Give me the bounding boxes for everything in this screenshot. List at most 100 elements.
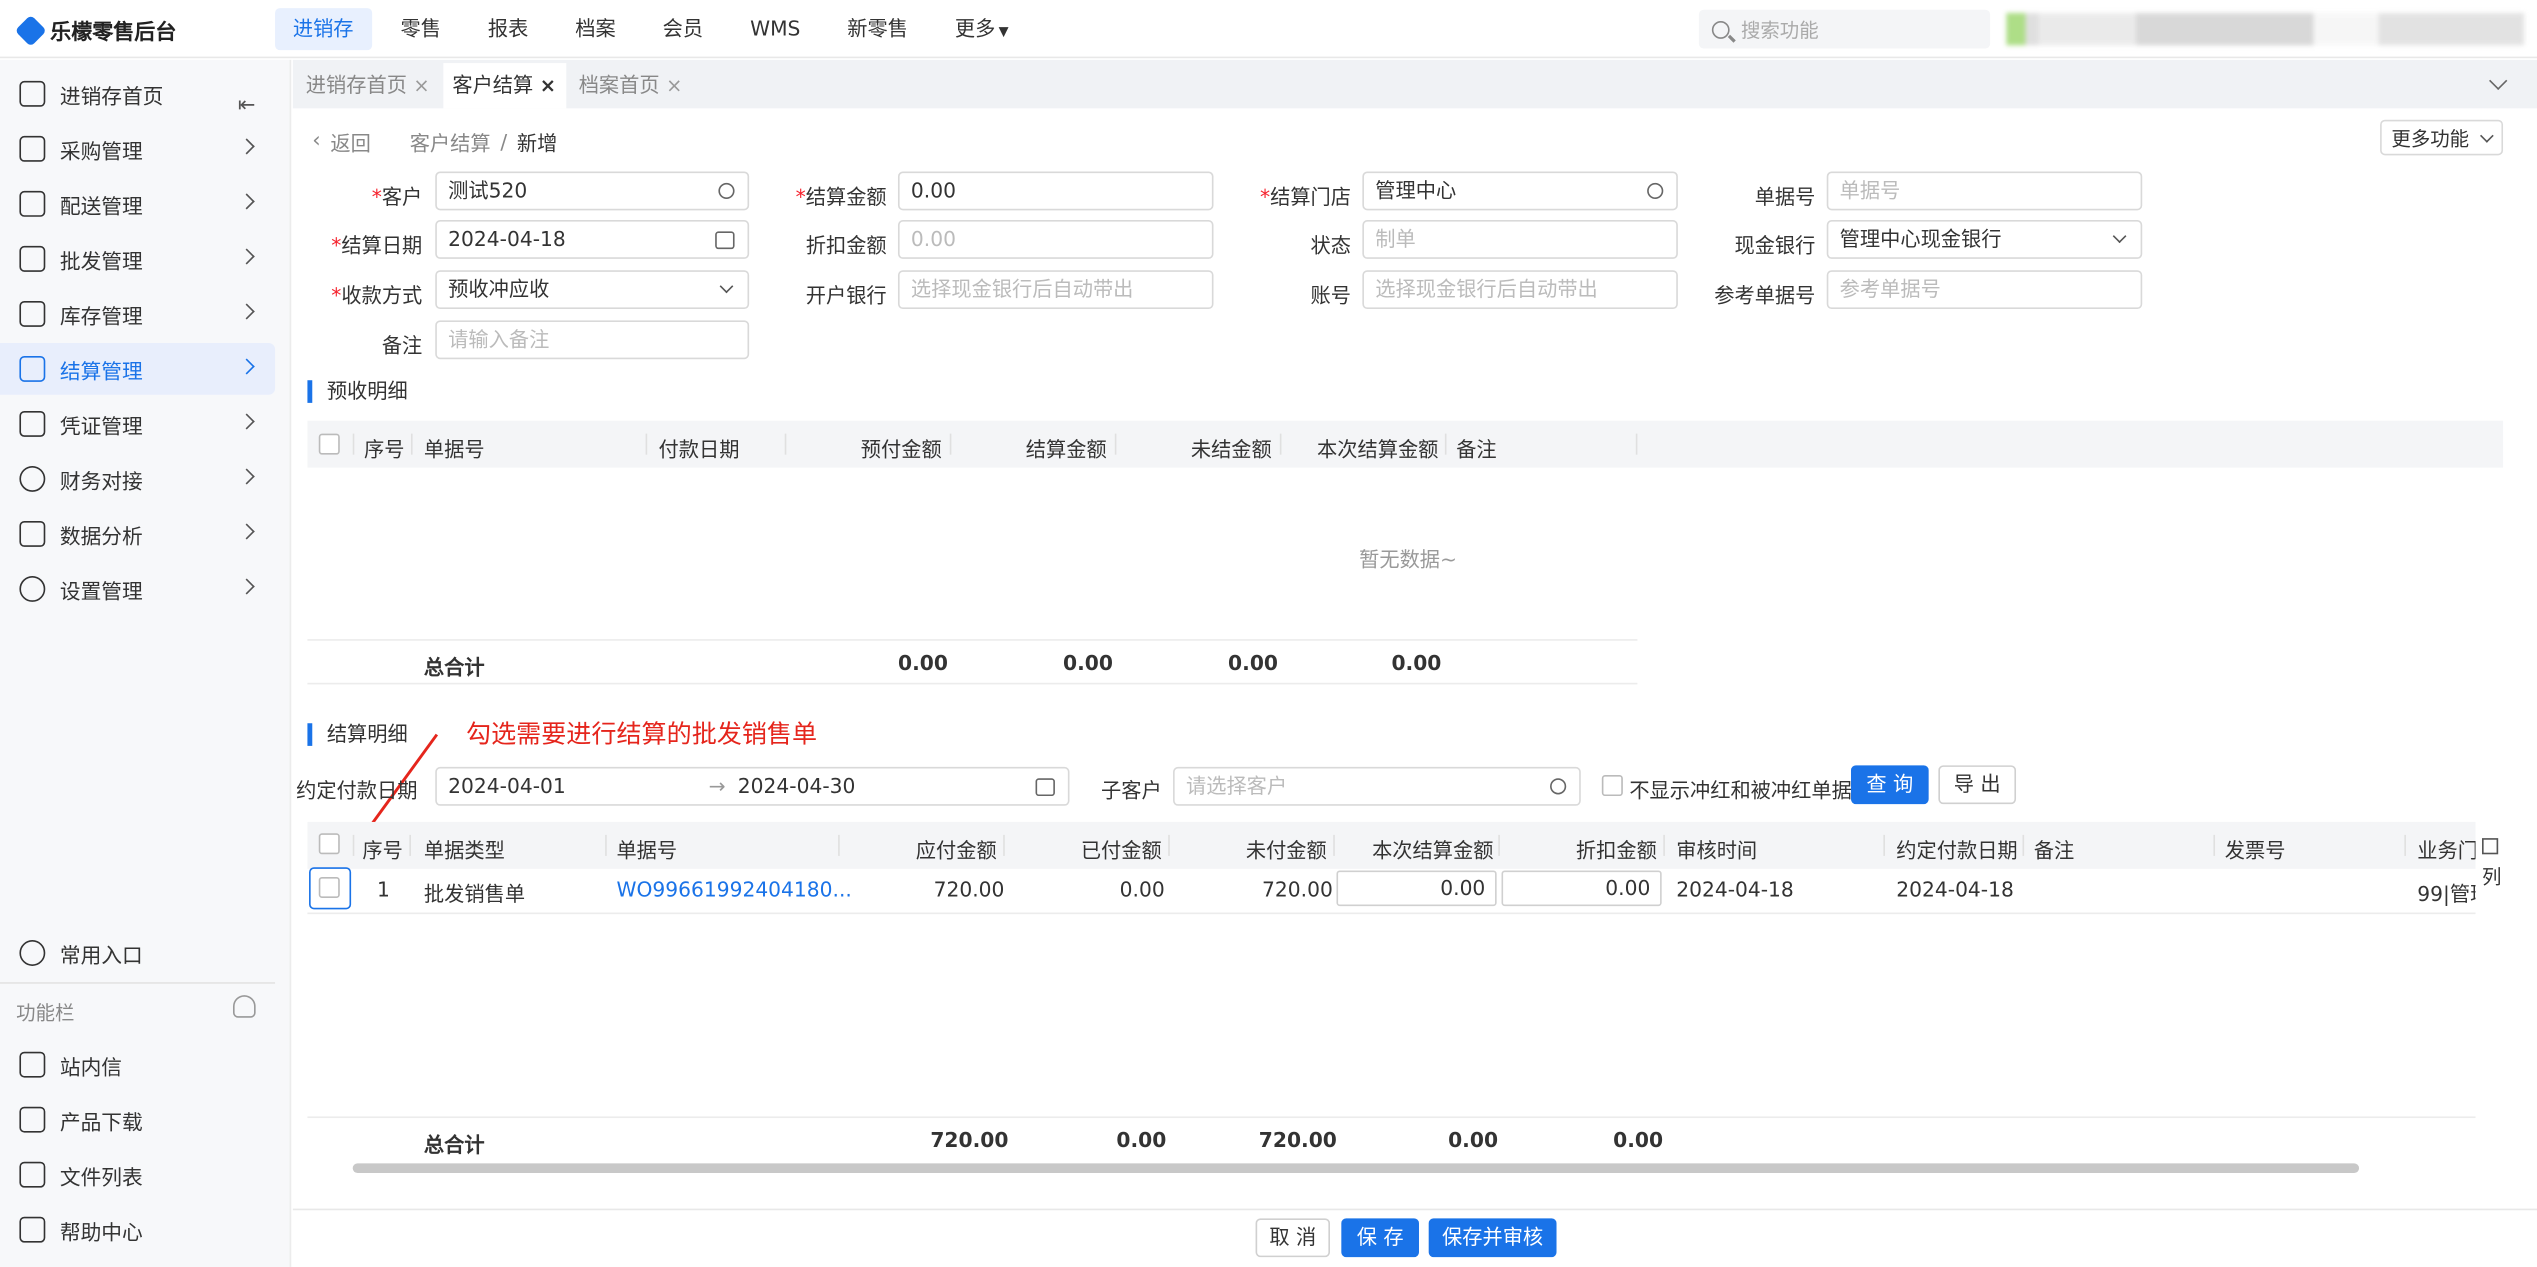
topnav-item-jxc[interactable]: 进销存 [275, 8, 372, 51]
row-this-settle-input[interactable]: 0.00 [1336, 870, 1497, 907]
search-box[interactable]: 搜索功能 [1698, 9, 1991, 49]
sidebar-item-settlement[interactable]: 结算管理 [0, 343, 276, 395]
collapse-sidebar-icon[interactable]: ⇤ [238, 94, 256, 118]
payment-method-select[interactable]: 预收冲应收 [435, 270, 750, 310]
hide-reversal-checkbox[interactable] [1601, 775, 1623, 797]
sidebar-item-mail[interactable]: 站内信 [0, 1039, 275, 1091]
more-functions-button[interactable]: 更多功能 [2380, 119, 2504, 156]
sidebar-item-finance[interactable]: 财务对接 [0, 453, 275, 505]
save-and-audit-button[interactable]: 保存并审核 [1428, 1218, 1557, 1258]
table-row-checkbox[interactable] [318, 876, 340, 898]
breadcrumb-parent[interactable]: 客户结算 [410, 126, 491, 157]
search-icon[interactable] [1550, 778, 1567, 795]
save-button[interactable]: 保 存 [1341, 1218, 1419, 1258]
columns-icon[interactable] [2482, 838, 2499, 855]
annotation-text: 勾选需要进行结算的批发销售单 [465, 720, 818, 750]
close-icon[interactable]: × [540, 63, 556, 108]
settle-col-doc-no: 单据号 [616, 838, 678, 863]
chart-icon [19, 520, 46, 547]
due-date-range-input[interactable]: 2024-04-01 → 2024-04-30 [435, 766, 1070, 806]
mail-icon [19, 1051, 46, 1078]
prepay-total-unsettled: 0.00 [1228, 650, 1278, 675]
settle-store-value: 管理中心 [1375, 177, 1457, 203]
topnav-item-more[interactable]: 更多 ▼ [937, 8, 1026, 50]
settle-col-invoice: 发票号 [2224, 838, 2286, 863]
sidebar-item-file-list[interactable]: 文件列表 [0, 1149, 275, 1201]
date-to-value: 2024-04-30 [737, 773, 856, 798]
sidebar-item-delivery[interactable]: 配送管理 [0, 178, 275, 230]
topnav-item-wms[interactable]: WMS [732, 8, 818, 50]
close-icon[interactable]: × [666, 63, 682, 108]
query-button[interactable]: 查 询 [1850, 765, 1929, 805]
ref-doc-no-input[interactable]: 参考单据号 [1826, 270, 2143, 310]
logo-icon [14, 13, 47, 46]
row-doc-no-link[interactable]: WO99661992404180... [616, 877, 851, 901]
search-icon[interactable] [718, 182, 735, 200]
column-settings-label[interactable]: 列 [2482, 862, 2501, 890]
export-button[interactable]: 导 出 [1938, 765, 2017, 805]
open-bank-label: 开户银行 [805, 283, 887, 308]
sidebar-item-label: 财务对接 [59, 470, 143, 495]
calendar-icon[interactable] [715, 231, 735, 250]
settle-col-store: 业务门 [2417, 838, 2476, 863]
settle-date-input[interactable]: 2024-04-18 [435, 220, 750, 259]
cash-bank-select[interactable]: 管理中心现金银行 [1826, 220, 2143, 259]
chevron-down-icon [719, 279, 734, 294]
settle-amount-input[interactable]: 0.00 [897, 171, 1214, 211]
sidebar-item-voucher[interactable]: 凭证管理 [0, 398, 275, 450]
sidebar-favorites[interactable]: 常用入口 [0, 927, 275, 979]
discount-amount-input[interactable]: 0.00 [897, 220, 1214, 259]
back-icon[interactable]: ‹ [312, 129, 320, 153]
sidebar-item-settings[interactable]: 设置管理 [0, 563, 275, 615]
sidebar-item-download[interactable]: 产品下载 [0, 1094, 275, 1146]
horizontal-scrollbar[interactable] [352, 1163, 2360, 1174]
row-divider [307, 682, 1638, 685]
settle-store-input[interactable]: 管理中心 [1362, 171, 1678, 211]
prepay-select-all-checkbox[interactable] [318, 433, 340, 455]
sidebar-item-inventory[interactable]: 库存管理 [0, 288, 275, 340]
cancel-button[interactable]: 取 消 [1255, 1218, 1330, 1258]
prepay-col-remark: 备注 [1456, 436, 1497, 462]
row-discount-input[interactable]: 0.00 [1501, 870, 1662, 907]
doc-no-input[interactable]: 单据号 [1826, 171, 2143, 211]
sidebar-item-help[interactable]: 帮助中心 [0, 1204, 275, 1256]
topnav-item-report[interactable]: 报表 [470, 8, 546, 50]
tab-customer-settlement[interactable]: 客户结算 × [442, 63, 566, 109]
more-functions-label: 更多功能 [2391, 127, 2470, 150]
close-icon[interactable]: × [413, 63, 429, 108]
settle-amount-value: 0.00 [910, 177, 956, 203]
column-separator [1168, 834, 1170, 856]
top-nav: 进销存 零售 报表 档案 会员 WMS 新零售 更多 ▼ [275, 0, 1038, 58]
back-link[interactable]: 返回 [330, 126, 370, 157]
customer-input[interactable]: 测试520 [435, 171, 750, 211]
headset-icon[interactable] [232, 995, 256, 1018]
row-store: 99|管理 [2417, 881, 2475, 907]
more-label: 更多 [954, 16, 996, 41]
tab-jxc-home[interactable]: 进销存首页 × [296, 63, 439, 108]
prepay-section-title: 预收明细 [307, 379, 408, 403]
breadcrumb-current: 新增 [516, 131, 558, 156]
column-separator [409, 834, 411, 856]
topnav-item-retail[interactable]: 零售 [383, 8, 459, 50]
settle-select-all-checkbox[interactable] [318, 833, 340, 855]
sidebar-item-jxc-home[interactable]: 进销存首页 ⇤ [0, 68, 275, 120]
row-type: 批发销售单 [423, 881, 526, 907]
download-icon [19, 1106, 46, 1133]
chevron-down-icon [2480, 128, 2494, 142]
topnav-item-new-retail[interactable]: 新零售 [830, 8, 926, 50]
hide-reversal-label[interactable]: 不显示冲红和被冲红单据 [1629, 773, 1852, 804]
column-separator [2022, 834, 2025, 856]
remark-input[interactable]: 请输入备注 [435, 320, 750, 360]
required-mark: * [795, 184, 806, 209]
sidebar-item-label: 设置管理 [59, 580, 143, 605]
topnav-item-member[interactable]: 会员 [645, 8, 721, 50]
topnav-item-archive[interactable]: 档案 [557, 8, 633, 50]
sub-customer-input[interactable]: 请选择客户 [1173, 766, 1581, 806]
sidebar-item-purchase[interactable]: 采购管理 [0, 123, 275, 175]
app-logo[interactable]: 乐檬零售后台 [14, 13, 176, 46]
sidebar-item-wholesale[interactable]: 批发管理 [0, 233, 275, 285]
search-icon[interactable] [1647, 182, 1664, 200]
sidebar-item-analysis[interactable]: 数据分析 [0, 508, 275, 560]
tab-archive-home[interactable]: 档案首页 × [569, 63, 692, 108]
column-separator [2213, 834, 2216, 856]
